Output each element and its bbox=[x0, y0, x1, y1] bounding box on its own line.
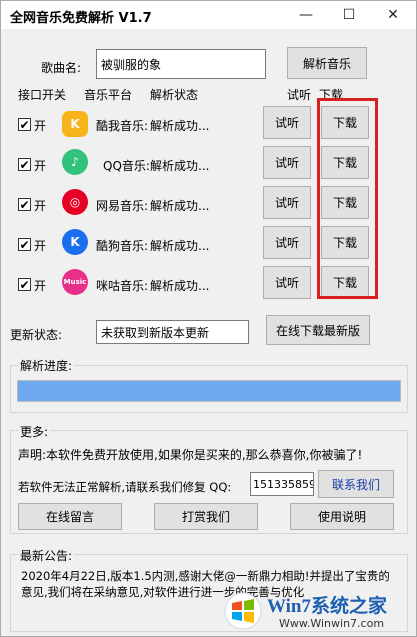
switch-label: 开 bbox=[34, 239, 47, 253]
download-column-highlight bbox=[317, 98, 378, 299]
listen-button-qq[interactable]: 试听 bbox=[263, 146, 311, 179]
switch-checkbox-migu[interactable]: ✔ bbox=[18, 277, 31, 292]
platform-name: 网易音乐: bbox=[96, 199, 149, 213]
header-status: 解析状态 bbox=[150, 88, 199, 102]
parse-status: 解析成功... bbox=[150, 199, 210, 213]
switch-checkbox-kuwo[interactable]: ✔ bbox=[18, 117, 31, 132]
listen-button-migu[interactable]: 试听 bbox=[263, 266, 311, 299]
switch-label: 开 bbox=[34, 119, 47, 133]
switch-checkbox-qq[interactable]: ✔ bbox=[18, 157, 31, 172]
song-name-label: 歌曲名: bbox=[41, 61, 82, 75]
update-status-field: 未获取到新版本更新 bbox=[96, 320, 249, 344]
window-title: 全网音乐免费解析 V1.7 bbox=[10, 11, 152, 26]
online-message-button[interactable]: 在线留言 bbox=[18, 503, 122, 530]
maximize-icon[interactable]: ☐ bbox=[327, 1, 371, 29]
app-window: 全网音乐免费解析 V1.7 — ☐ ✕ 歌曲名: 被驯服的象 解析音乐 接口开关… bbox=[0, 0, 417, 637]
kuwo-icon: K bbox=[62, 111, 88, 137]
progress-bar bbox=[17, 380, 401, 402]
parse-status: 解析成功... bbox=[150, 119, 210, 133]
minimize-icon[interactable]: — bbox=[284, 1, 328, 29]
windows-logo-icon bbox=[224, 592, 262, 630]
parse-status: 解析成功... bbox=[150, 279, 210, 293]
progress-title: 解析进度: bbox=[18, 357, 75, 374]
more-title: 更多: bbox=[18, 423, 51, 440]
update-status-label: 更新状态: bbox=[10, 328, 63, 342]
parse-music-button[interactable]: 解析音乐 bbox=[287, 47, 367, 79]
parse-status: 解析成功... bbox=[150, 159, 210, 173]
qq-music-icon: ♪ bbox=[62, 149, 88, 175]
check-icon: ✔ bbox=[19, 277, 30, 292]
site-watermark: Win7系统之家 Www.Winwin7.com bbox=[223, 589, 413, 633]
watermark-url: Www.Winwin7.com bbox=[279, 617, 385, 630]
song-name-input[interactable]: 被驯服的象 bbox=[96, 49, 266, 79]
contact-us-button[interactable]: 联系我们 bbox=[318, 470, 394, 498]
contact-text: 若软件无法正常解析,请联系我们修复 QQ: bbox=[18, 480, 232, 494]
disclaimer-text: 声明:本软件免费开放使用,如果你是买来的,那么恭喜你,你被骗了! bbox=[18, 448, 363, 462]
parse-status: 解析成功... bbox=[150, 239, 210, 253]
watermark-brand: Win7系统之家 bbox=[267, 596, 388, 617]
close-icon[interactable]: ✕ bbox=[371, 1, 415, 29]
announcement-title: 最新公告: bbox=[18, 547, 75, 564]
kugou-icon: K bbox=[62, 229, 88, 255]
switch-checkbox-kugou[interactable]: ✔ bbox=[18, 237, 31, 252]
check-icon: ✔ bbox=[19, 237, 30, 252]
qq-number-field[interactable]: 1513358596 bbox=[250, 472, 314, 496]
check-icon: ✔ bbox=[19, 197, 30, 212]
listen-button-kugou[interactable]: 试听 bbox=[263, 226, 311, 259]
download-latest-button[interactable]: 在线下载最新版 bbox=[266, 315, 370, 345]
check-icon: ✔ bbox=[19, 117, 30, 132]
user-guide-button[interactable]: 使用说明 bbox=[290, 503, 394, 530]
platform-name: 酷狗音乐: bbox=[96, 239, 149, 253]
switch-checkbox-netease[interactable]: ✔ bbox=[18, 197, 31, 212]
check-icon: ✔ bbox=[19, 157, 30, 172]
header-listen: 试听 bbox=[287, 88, 312, 102]
switch-label: 开 bbox=[34, 159, 47, 173]
header-switch: 接口开关 bbox=[18, 88, 67, 102]
donate-button[interactable]: 打赏我们 bbox=[154, 503, 258, 530]
listen-button-netease[interactable]: 试听 bbox=[263, 186, 311, 219]
netease-icon: ◎ bbox=[62, 189, 88, 215]
platform-name: 咪咕音乐: bbox=[96, 279, 149, 293]
switch-label: 开 bbox=[34, 199, 47, 213]
switch-label: 开 bbox=[34, 279, 47, 293]
listen-button-kuwo[interactable]: 试听 bbox=[263, 106, 311, 139]
progress-bar-fill bbox=[18, 381, 400, 401]
title-bar[interactable]: 全网音乐免费解析 V1.7 — ☐ ✕ bbox=[1, 1, 416, 29]
platform-name: QQ音乐: bbox=[103, 159, 150, 173]
platform-name: 酷我音乐: bbox=[96, 119, 149, 133]
migu-icon: Music bbox=[62, 269, 88, 295]
header-platform: 音乐平台 bbox=[84, 88, 133, 102]
